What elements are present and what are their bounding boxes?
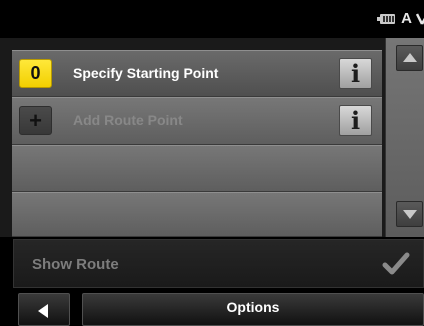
triangle-up-icon (403, 53, 417, 62)
battery-icon (377, 14, 396, 24)
show-route-button[interactable]: Show Route (13, 239, 424, 288)
info-icon: i (350, 58, 361, 88)
status-bar: A (0, 0, 424, 38)
list-item-starting-point[interactable]: 0 Specify Starting Point i (12, 50, 382, 97)
gps-signal-icon (416, 12, 424, 26)
scroll-down-button[interactable] (396, 201, 423, 227)
triangle-down-icon (403, 210, 417, 219)
list-item-label: Add Route Point (73, 112, 183, 128)
bottom-bar: Options (0, 290, 424, 326)
route-point-list: 0 Specify Starting Point i + Add Route P… (0, 38, 424, 237)
scroll-up-button[interactable] (396, 45, 423, 71)
list-item-empty (12, 145, 382, 192)
checkmark-icon (382, 252, 410, 275)
options-button[interactable]: Options (82, 293, 424, 326)
scrollbar[interactable] (385, 38, 424, 237)
show-route-label: Show Route (32, 256, 119, 273)
info-button[interactable]: i (339, 105, 372, 136)
triangle-left-icon (38, 304, 48, 318)
list-item-add-route-point[interactable]: + Add Route Point i (12, 97, 382, 145)
alert-icon: A (401, 10, 412, 27)
info-icon: i (350, 105, 361, 135)
info-button[interactable]: i (339, 58, 372, 89)
list-item-empty (12, 192, 382, 237)
list-item-label: Specify Starting Point (73, 65, 219, 81)
status-icons: A (377, 10, 424, 27)
back-button[interactable] (18, 293, 70, 326)
add-icon: + (19, 106, 52, 135)
route-point-index-badge: 0 (19, 59, 52, 88)
